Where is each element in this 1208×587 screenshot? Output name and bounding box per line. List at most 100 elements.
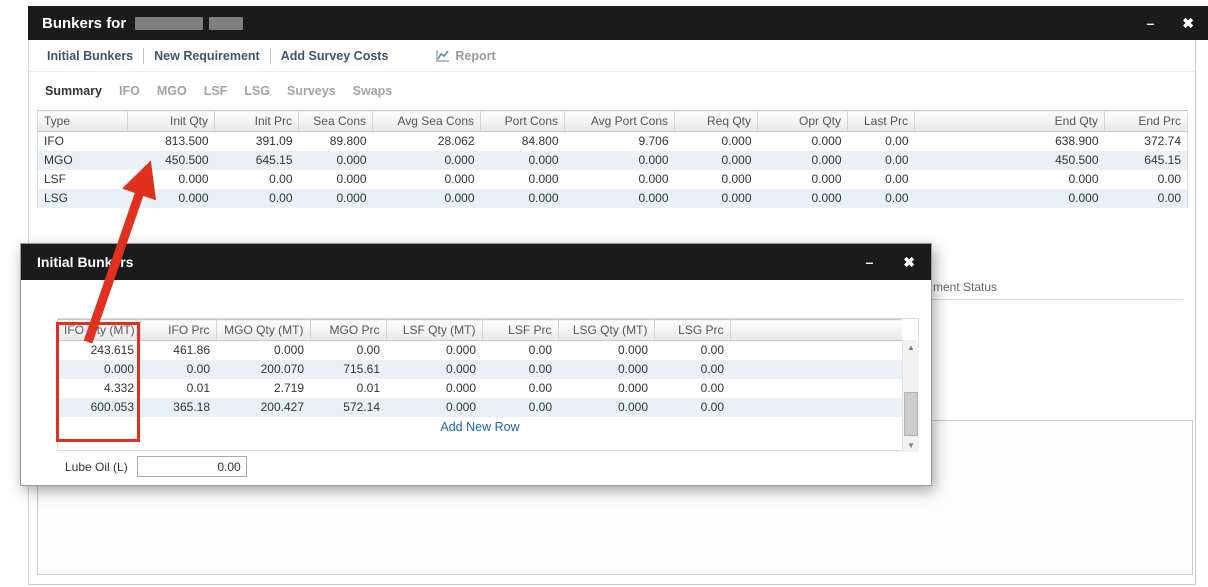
- add-new-row-link[interactable]: Add New Row: [58, 416, 902, 438]
- table-cell[interactable]: 0.000: [565, 151, 675, 170]
- dialog-titlebar[interactable]: Initial Bunkers – ✖: [21, 244, 931, 280]
- table-cell[interactable]: 0.000: [675, 151, 758, 170]
- table-cell[interactable]: 0.000: [373, 170, 481, 189]
- table-cell[interactable]: 0.00: [1105, 170, 1188, 189]
- column-header-type[interactable]: Type: [37, 110, 128, 132]
- table-row[interactable]: LSG 0.000 0.00 0.000 0.000 0.000 0.000 0.000 0.0…: [37, 188, 1188, 208]
- table-row[interactable]: 243.615 461.86 0.000 0.00 0.000 0.00 0.000 0.00: [58, 341, 902, 360]
- column-header-init-qty[interactable]: Init Qty: [127, 110, 215, 132]
- table-row[interactable]: IFO 813.500 391.09 89.800 28.062 84.800 9.706 0…: [38, 132, 1188, 151]
- tab-lsf[interactable]: LSF: [204, 84, 228, 98]
- table-cell[interactable]: 0.00: [654, 341, 730, 360]
- table-cell[interactable]: 0.000: [758, 189, 848, 208]
- table-cell[interactable]: 600.053: [58, 398, 140, 417]
- table-cell[interactable]: 0.01: [140, 379, 216, 398]
- table-cell[interactable]: 638.900: [915, 132, 1105, 151]
- table-cell[interactable]: 0.000: [558, 398, 654, 417]
- tab-lsg[interactable]: LSG: [244, 84, 270, 98]
- table-cell[interactable]: 813.500: [128, 132, 215, 151]
- column-header-lsf-prc[interactable]: LSF Prc: [482, 319, 559, 341]
- column-header-init-prc[interactable]: Init Prc: [214, 110, 299, 132]
- table-cell[interactable]: 0.000: [373, 151, 481, 170]
- table-cell[interactable]: 0.000: [758, 132, 848, 151]
- table-cell[interactable]: LSG: [38, 189, 128, 208]
- tab-ifo[interactable]: IFO: [119, 84, 140, 98]
- table-cell[interactable]: 0.00: [654, 398, 730, 417]
- table-cell[interactable]: 0.000: [481, 151, 565, 170]
- table-cell[interactable]: 89.800: [299, 132, 373, 151]
- table-cell[interactable]: IFO: [38, 132, 128, 151]
- scroll-down-icon[interactable]: ▼: [903, 438, 919, 452]
- tab-surveys[interactable]: Surveys: [287, 84, 336, 98]
- table-cell[interactable]: 0.000: [481, 170, 565, 189]
- column-header-mgo-qty-mt[interactable]: MGO Qty (MT): [216, 319, 311, 341]
- column-header-sea-cons[interactable]: Sea Cons: [298, 110, 373, 132]
- table-cell[interactable]: 0.000: [386, 398, 482, 417]
- column-header-port-cons[interactable]: Port Cons: [480, 110, 565, 132]
- table-cell[interactable]: 0.000: [675, 170, 758, 189]
- table-cell[interactable]: 0.000: [558, 379, 654, 398]
- table-cell[interactable]: 0.00: [482, 379, 558, 398]
- table-cell[interactable]: 28.062: [373, 132, 481, 151]
- column-header-ifo-qty-mt[interactable]: IFO Qty (MT): [58, 319, 141, 341]
- table-cell[interactable]: 450.500: [915, 151, 1105, 170]
- column-header-avg-sea-cons[interactable]: Avg Sea Cons: [372, 110, 481, 132]
- table-cell[interactable]: 372.74: [1105, 132, 1188, 151]
- table-cell[interactable]: 84.800: [481, 132, 565, 151]
- table-cell[interactable]: 200.070: [216, 360, 310, 379]
- table-cell[interactable]: 0.000: [299, 151, 373, 170]
- table-cell[interactable]: 450.500: [128, 151, 215, 170]
- column-header-opr-qty[interactable]: Opr Qty: [757, 110, 848, 132]
- column-header-lsf-qty-mt[interactable]: LSF Qty (MT): [386, 319, 483, 341]
- table-cell[interactable]: 0.00: [215, 189, 299, 208]
- column-header-lsg-qty-mt[interactable]: LSG Qty (MT): [558, 319, 655, 341]
- table-cell[interactable]: 0.000: [758, 170, 848, 189]
- scroll-up-icon[interactable]: ▲: [903, 340, 919, 354]
- scrollbar-thumb[interactable]: [904, 392, 918, 436]
- table-cell[interactable]: 2.719: [216, 379, 310, 398]
- tab-summary[interactable]: Summary: [45, 84, 102, 98]
- table-cell[interactable]: 0.000: [386, 341, 482, 360]
- table-cell[interactable]: 4.332: [58, 379, 140, 398]
- table-cell[interactable]: 0.000: [565, 189, 675, 208]
- column-header-avg-port-cons[interactable]: Avg Port Cons: [564, 110, 675, 132]
- column-header-mgo-prc[interactable]: MGO Prc: [310, 319, 387, 341]
- table-cell[interactable]: 715.61: [310, 360, 386, 379]
- table-cell[interactable]: 0.000: [558, 360, 654, 379]
- table-cell[interactable]: 645.15: [215, 151, 299, 170]
- table-cell[interactable]: 0.00: [482, 360, 558, 379]
- table-cell[interactable]: 645.15: [1105, 151, 1188, 170]
- table-cell[interactable]: 0.00: [310, 341, 386, 360]
- column-header-end-prc[interactable]: End Prc: [1104, 110, 1188, 132]
- column-header-lsg-prc[interactable]: LSG Prc: [654, 319, 731, 341]
- minimize-icon[interactable]: –: [1146, 16, 1154, 30]
- table-cell[interactable]: 243.615: [58, 341, 140, 360]
- dialog-close-icon[interactable]: ✖: [903, 255, 915, 269]
- column-header-req-qty[interactable]: Req Qty: [674, 110, 758, 132]
- table-cell[interactable]: 0.000: [675, 132, 758, 151]
- table-cell[interactable]: LSF: [38, 170, 128, 189]
- table-row[interactable]: 0.000 0.00 200.070 715.61 0.000 0.00 0.000 0.00: [58, 359, 902, 379]
- table-cell[interactable]: 0.00: [1105, 189, 1188, 208]
- dialog-minimize-icon[interactable]: –: [865, 255, 873, 269]
- table-row[interactable]: LSF 0.000 0.00 0.000 0.000 0.000 0.000 0.000 0.0…: [38, 170, 1188, 189]
- table-cell[interactable]: 0.00: [848, 189, 915, 208]
- new-requirement-button[interactable]: New Requirement: [144, 49, 270, 63]
- table-cell[interactable]: 0.00: [215, 170, 299, 189]
- table-row[interactable]: 600.053 365.18 200.427 572.14 0.000 0.00 0.000…: [58, 397, 902, 417]
- add-survey-costs-button[interactable]: Add Survey Costs: [271, 49, 399, 63]
- close-icon[interactable]: ✖: [1182, 16, 1194, 30]
- table-cell[interactable]: MGO: [38, 151, 128, 170]
- table-cell[interactable]: 0.000: [299, 189, 373, 208]
- table-cell[interactable]: 0.000: [915, 189, 1105, 208]
- table-cell[interactable]: 0.00: [848, 151, 915, 170]
- table-cell[interactable]: 0.00: [848, 170, 915, 189]
- table-cell[interactable]: 200.427: [216, 398, 310, 417]
- tab-mgo[interactable]: MGO: [157, 84, 187, 98]
- table-cell[interactable]: 0.000: [758, 151, 848, 170]
- table-cell[interactable]: 0.000: [128, 189, 215, 208]
- table-cell[interactable]: 9.706: [565, 132, 675, 151]
- table-cell[interactable]: 0.00: [848, 132, 915, 151]
- table-cell[interactable]: 0.000: [373, 189, 481, 208]
- table-row[interactable]: 4.332 0.01 2.719 0.01 0.000 0.00 0.000 0.00: [58, 379, 902, 398]
